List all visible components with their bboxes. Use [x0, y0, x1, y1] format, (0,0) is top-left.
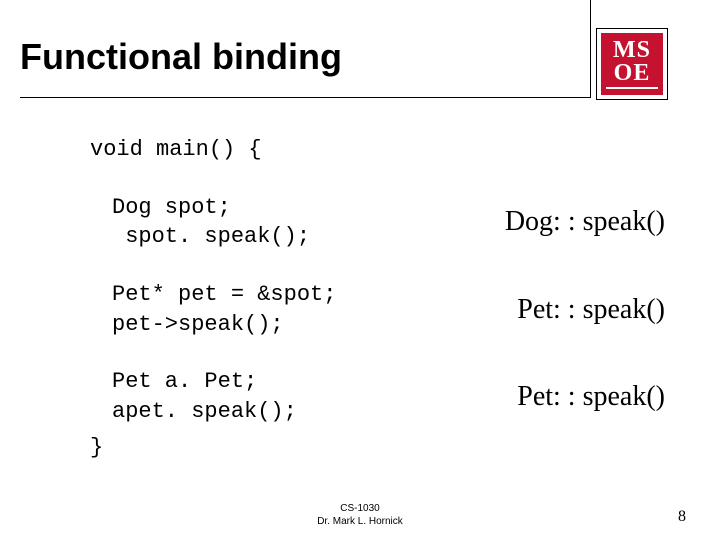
- code-b2-l2: pet->speak();: [112, 310, 336, 340]
- logo: MS OE: [596, 28, 668, 100]
- annotation-1: Dog: : speak(): [505, 206, 665, 238]
- logo-text: MS OE: [606, 39, 658, 89]
- page-number: 8: [678, 508, 686, 526]
- title-underline: [20, 97, 590, 98]
- code-block-2: Pet* pet = &spot; pet->speak(); Pet: : s…: [80, 280, 665, 339]
- logo-bg: MS OE: [601, 33, 663, 95]
- code-signature: void main() {: [90, 135, 680, 165]
- annotation-2: Pet: : speak(): [517, 294, 665, 326]
- footer-course: CS-1030: [317, 503, 403, 516]
- code-block-3: Pet a. Pet; apet. speak(); Pet: : speak(…: [80, 367, 665, 426]
- logo-line1: MS: [606, 39, 658, 62]
- footer: CS-1030 Dr. Mark L. Hornick: [0, 503, 720, 528]
- code-block-1: Dog spot; spot. speak(); Dog: : speak(): [80, 193, 665, 252]
- annotation-3: Pet: : speak(): [517, 381, 665, 413]
- code-b2-l1: Pet* pet = &spot;: [112, 280, 336, 310]
- code-b1-l2: spot. speak();: [112, 222, 310, 252]
- code-close: }: [90, 433, 680, 463]
- code-b3-l1: Pet a. Pet;: [112, 367, 297, 397]
- code-b3-l2: apet. speak();: [112, 397, 297, 427]
- title-bar: Functional binding MS OE: [20, 28, 700, 98]
- code-b1-l1: Dog spot;: [112, 193, 310, 223]
- slide-title: Functional binding: [20, 36, 342, 78]
- logo-underline: [606, 87, 658, 89]
- slide-body: void main() { Dog spot; spot. speak(); D…: [80, 135, 680, 463]
- footer-author: Dr. Mark L. Hornick: [317, 516, 403, 529]
- logo-line2: OE: [606, 62, 658, 85]
